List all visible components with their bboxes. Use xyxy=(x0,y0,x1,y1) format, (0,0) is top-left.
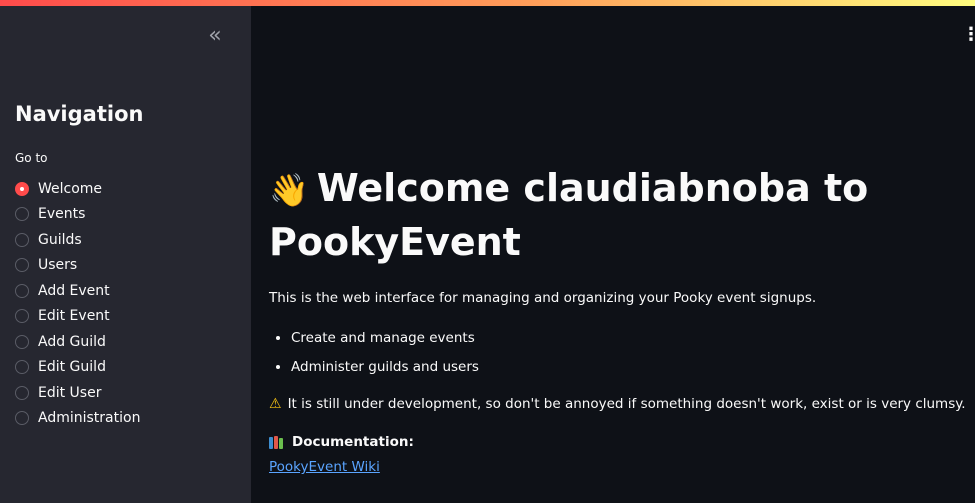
radio-button[interactable] xyxy=(15,385,29,400)
radio-button[interactable] xyxy=(15,360,29,375)
nav-option-events[interactable]: Events xyxy=(15,202,140,228)
radio-button[interactable] xyxy=(15,207,29,222)
warning-icon: ⚠ xyxy=(269,396,282,412)
nav-option-label: Administration xyxy=(38,410,141,427)
documentation-heading: Documentation: xyxy=(269,434,969,450)
nav-option-edit-event[interactable]: Edit Event xyxy=(15,304,140,330)
nav-option-label: Add Event xyxy=(38,282,110,299)
radio-button[interactable] xyxy=(15,258,29,273)
radio-group-label: Go to xyxy=(15,151,48,165)
nav-option-edit-user[interactable]: Edit User xyxy=(15,380,140,406)
waving-hand-icon: 👋 xyxy=(269,171,309,209)
nav-option-edit-guild[interactable]: Edit Guild xyxy=(15,355,140,381)
wiki-link[interactable]: PookyEvent Wiki xyxy=(269,459,380,475)
sidebar: « Navigation Go to Welcome Events Guilds… xyxy=(0,6,251,503)
radio-button[interactable] xyxy=(15,411,29,426)
books-icon xyxy=(269,435,285,449)
nav-option-label: Add Guild xyxy=(38,333,106,350)
collapse-sidebar-icon[interactable]: « xyxy=(203,25,227,50)
nav-option-label: Events xyxy=(38,206,86,223)
list-item: Create and manage events xyxy=(291,324,969,353)
radio-button[interactable] xyxy=(15,309,29,324)
page-title-text: Welcome claudiabnoba to PookyEvent xyxy=(269,166,869,264)
nav-option-administration[interactable]: Administration xyxy=(15,406,140,432)
nav-option-guilds[interactable]: Guilds xyxy=(15,227,140,253)
main-content: 👋 Welcome claudiabnoba to PookyEvent This… xyxy=(269,162,969,475)
radio-button[interactable] xyxy=(15,232,29,247)
feature-list: Create and manage events Administer guil… xyxy=(269,324,969,382)
warning-message: ⚠ It is still under development, so don'… xyxy=(269,396,969,412)
radio-button-selected[interactable] xyxy=(15,181,29,196)
nav-option-label: Guilds xyxy=(38,231,82,248)
intro-text: This is the web interface for managing a… xyxy=(269,290,817,306)
radio-button[interactable] xyxy=(15,283,29,298)
nav-option-label: Edit Guild xyxy=(38,359,106,376)
nav-option-welcome[interactable]: Welcome xyxy=(15,176,140,202)
radio-button[interactable] xyxy=(15,334,29,349)
navigation-radio-group: Welcome Events Guilds Users Add Event Ed… xyxy=(15,176,140,431)
nav-option-label: Edit Event xyxy=(38,308,110,325)
sidebar-title: Navigation xyxy=(15,102,144,126)
nav-option-users[interactable]: Users xyxy=(15,253,140,279)
nav-option-label: Edit User xyxy=(38,384,102,401)
main-menu-icon[interactable]: ⋮ xyxy=(962,26,975,46)
list-item: Administer guilds and users xyxy=(291,353,969,382)
documentation-label: Documentation: xyxy=(292,434,414,450)
nav-option-add-guild[interactable]: Add Guild xyxy=(15,329,140,355)
page-title: 👋 Welcome claudiabnoba to PookyEvent xyxy=(269,162,969,268)
nav-option-label: Users xyxy=(38,257,78,274)
warning-text: It is still under development, so don't … xyxy=(287,396,966,412)
nav-option-label: Welcome xyxy=(38,180,103,197)
nav-option-add-event[interactable]: Add Event xyxy=(15,278,140,304)
